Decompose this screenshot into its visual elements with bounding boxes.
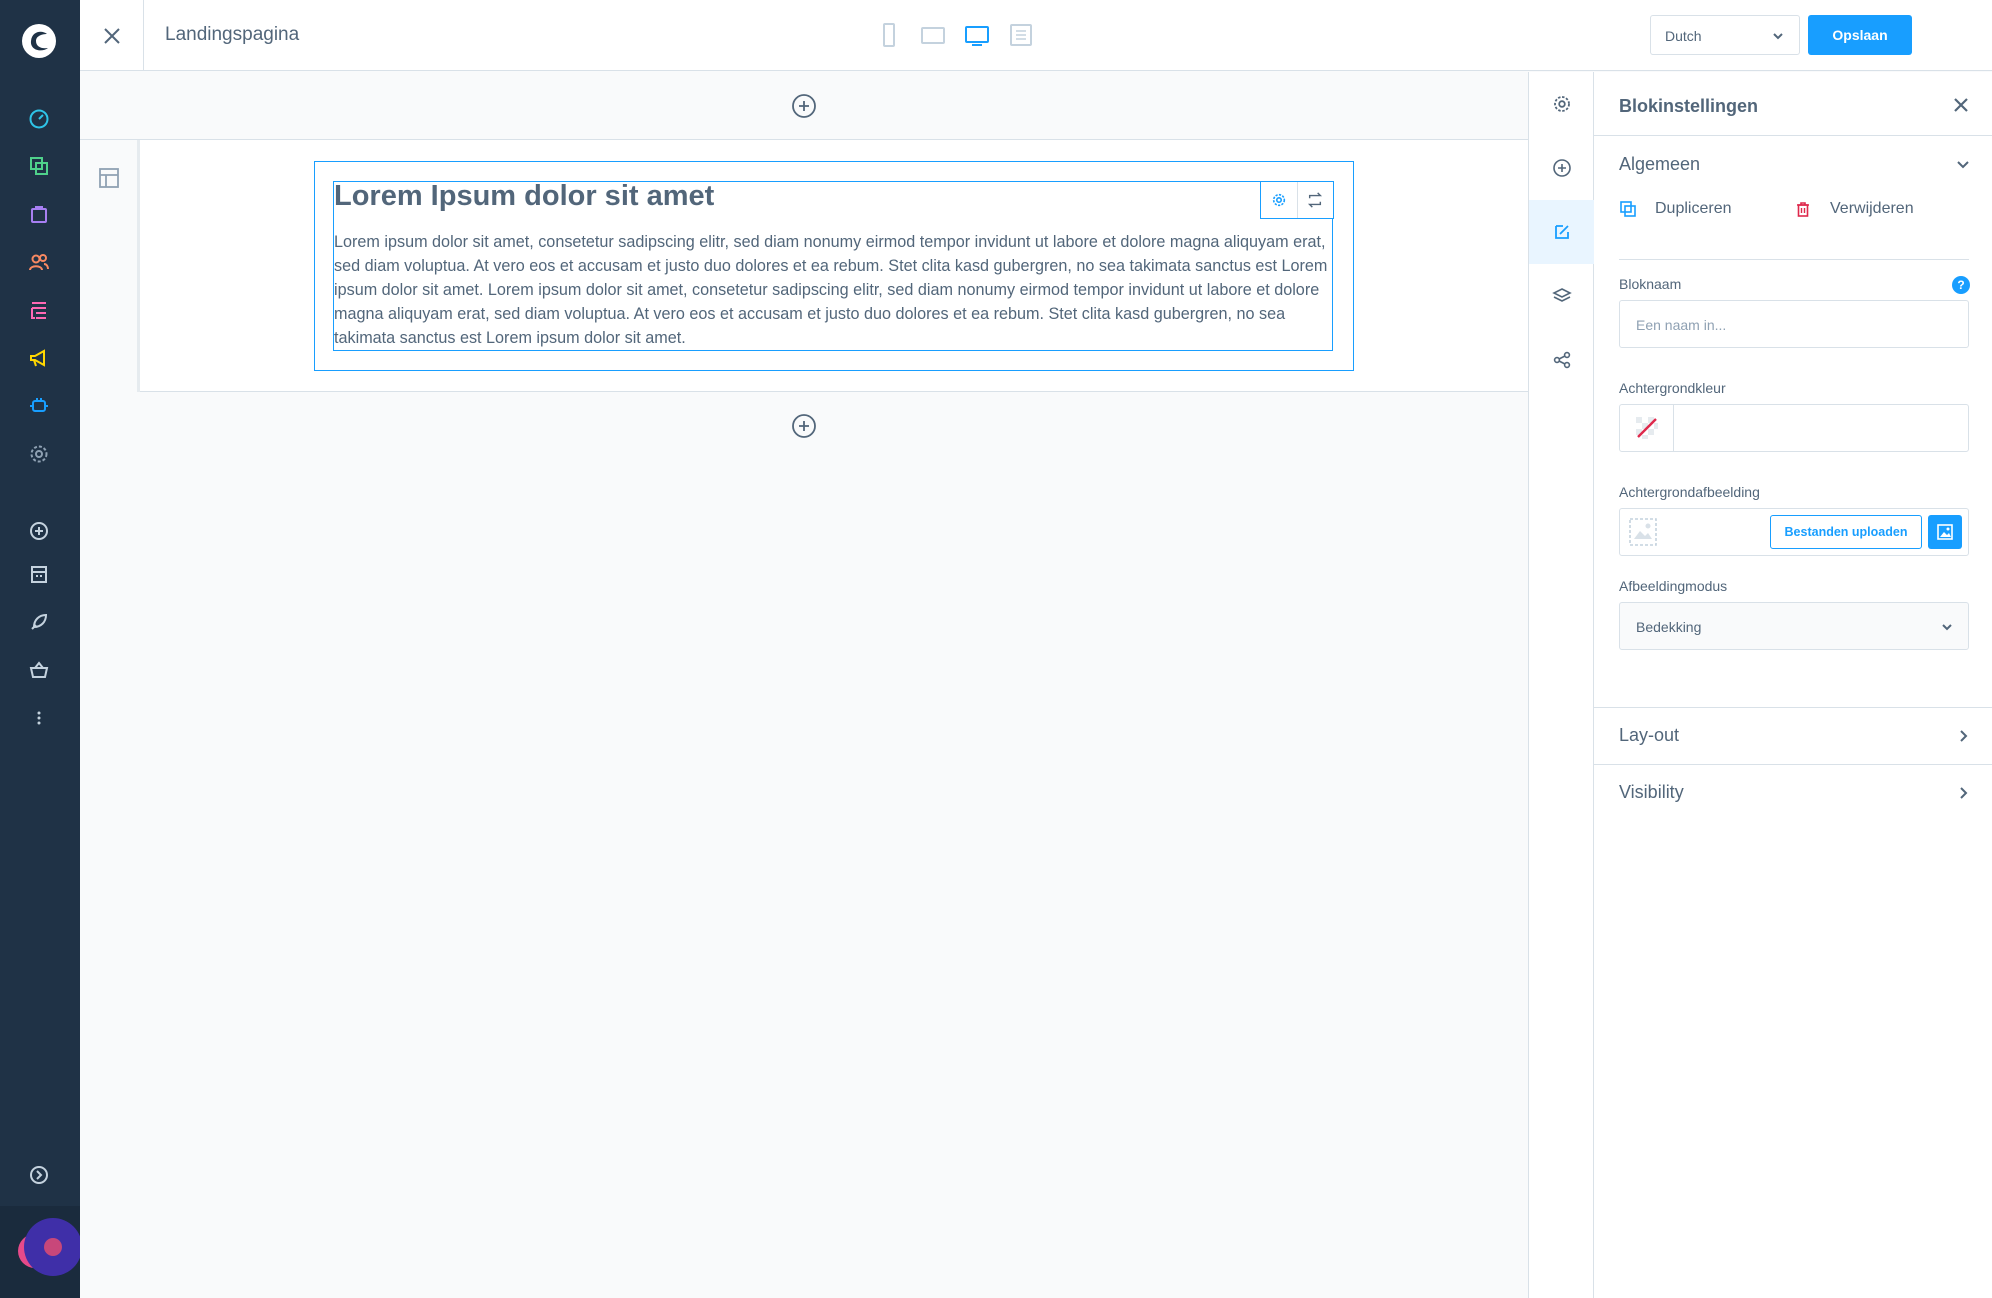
block-text[interactable]: Lorem ipsum dolor sit amet, consetetur s… — [334, 230, 1334, 350]
page-settings-icon[interactable] — [1529, 72, 1594, 136]
language-value: Dutch — [1665, 28, 1702, 44]
accordion-visibility-label: Visibility — [1619, 782, 1684, 802]
bg-image-label: Achtergrondafbeelding — [1619, 484, 1760, 500]
add-section-icon[interactable] — [791, 93, 817, 119]
close-icon[interactable] — [80, 0, 144, 71]
add-block-icon[interactable] — [1529, 136, 1594, 200]
desktop-view-icon[interactable] — [964, 20, 990, 50]
add-section-top — [80, 72, 1528, 140]
duplicate-label: Dupliceren — [1655, 200, 1732, 217]
chevron-down-icon — [1942, 624, 1952, 631]
element-settings-icon[interactable] — [1261, 182, 1297, 218]
duplicate-button[interactable]: Dupliceren — [1619, 200, 1731, 218]
dashboard-icon[interactable] — [26, 106, 52, 132]
help-icon[interactable]: ? — [1952, 276, 1970, 294]
accordion-visibility[interactable]: Visibility — [1594, 764, 1992, 820]
color-swatch-icon[interactable] — [1620, 405, 1674, 451]
save-button[interactable]: Opslaan — [1808, 15, 1912, 55]
block-name-label: Bloknaam — [1619, 276, 1682, 292]
marketing-icon[interactable] — [26, 345, 52, 371]
chevron-down-icon — [1957, 161, 1969, 169]
add-icon[interactable] — [26, 518, 52, 544]
edit-block-icon[interactable] — [1529, 200, 1594, 264]
add-section-bottom — [80, 392, 1528, 460]
settings-icon[interactable] — [26, 441, 52, 467]
page-title: Landingspagina — [165, 24, 300, 45]
bg-color-label: Achtergrondkleur — [1619, 380, 1726, 396]
extensions-icon[interactable] — [26, 393, 52, 419]
sales-channel-icon[interactable] — [26, 561, 52, 587]
divider — [1619, 259, 1969, 260]
user-avatar[interactable] — [18, 1218, 82, 1282]
bg-image-field: Bestanden uploaden — [1619, 508, 1969, 556]
image-mode-select[interactable]: Bedekking — [1619, 602, 1969, 650]
catalogues-icon[interactable] — [26, 153, 52, 179]
mobile-view-icon[interactable] — [876, 20, 902, 50]
block-title[interactable]: Lorem Ipsum dolor sit amet — [334, 180, 714, 213]
accordion-general-label: Algemeen — [1619, 154, 1701, 174]
layers-icon[interactable] — [1529, 264, 1594, 328]
image-mode-value: Bedekking — [1636, 619, 1702, 635]
sidebar-tools — [1528, 72, 1594, 1298]
close-icon[interactable] — [1952, 96, 1970, 114]
page-canvas: Lorem Ipsum dolor sit amet Lorem ipsum d… — [80, 72, 1528, 1298]
share-icon[interactable] — [1529, 328, 1594, 392]
block-settings-panel: Blokinstellingen Algemeen Dupliceren Ver… — [1594, 72, 1992, 1298]
customers-icon[interactable] — [26, 249, 52, 275]
section-layout-icon[interactable] — [97, 166, 121, 190]
top-bar: Landingspagina Dutch Opslaan — [80, 0, 1992, 71]
block-actions: Dupliceren Verwijderen — [1619, 200, 1969, 230]
content-icon[interactable] — [26, 297, 52, 323]
trash-icon — [1797, 202, 1809, 217]
accordion-layout-label: Lay-out — [1619, 725, 1680, 745]
upload-files-button[interactable]: Bestanden uploaden — [1770, 515, 1922, 549]
bg-color-field[interactable] — [1619, 404, 1969, 452]
accordion-general[interactable]: Algemeen — [1594, 136, 1992, 192]
delete-button[interactable]: Verwijderen — [1794, 200, 1914, 218]
chevron-right-icon — [1960, 787, 1968, 799]
section-sidebar — [80, 140, 140, 392]
store-icon[interactable] — [26, 657, 52, 683]
delete-label: Verwijderen — [1830, 200, 1914, 217]
tablet-view-icon[interactable] — [920, 20, 946, 50]
chevron-right-icon — [1960, 730, 1968, 742]
panel-title: Blokinstellingen — [1619, 96, 1759, 116]
logo-icon[interactable] — [20, 22, 58, 60]
image-mode-label: Afbeeldingmodus — [1619, 578, 1728, 594]
block-name-input[interactable]: Een naam in... — [1619, 300, 1969, 348]
element-swap-icon[interactable] — [1296, 182, 1333, 218]
device-switch — [876, 20, 1034, 50]
accordion-layout[interactable]: Lay-out — [1594, 707, 1992, 763]
main-sidebar — [0, 0, 82, 1298]
rocket-icon[interactable] — [26, 609, 52, 635]
avatar-dot — [44, 1238, 62, 1256]
panel-header: Blokinstellingen — [1594, 72, 1992, 136]
chevron-down-icon — [1773, 33, 1783, 40]
add-section-icon[interactable] — [791, 413, 817, 439]
expand-icon[interactable] — [26, 1162, 52, 1188]
media-library-icon[interactable] — [1928, 515, 1962, 549]
language-select[interactable]: Dutch — [1650, 15, 1800, 55]
image-placeholder-icon — [1626, 515, 1660, 549]
duplicate-icon — [1620, 201, 1636, 217]
element-toolbar — [1260, 181, 1334, 219]
orders-icon[interactable] — [26, 201, 52, 227]
more-icon[interactable] — [26, 705, 52, 731]
form-view-icon[interactable] — [1008, 20, 1034, 50]
avatar — [24, 1218, 82, 1276]
